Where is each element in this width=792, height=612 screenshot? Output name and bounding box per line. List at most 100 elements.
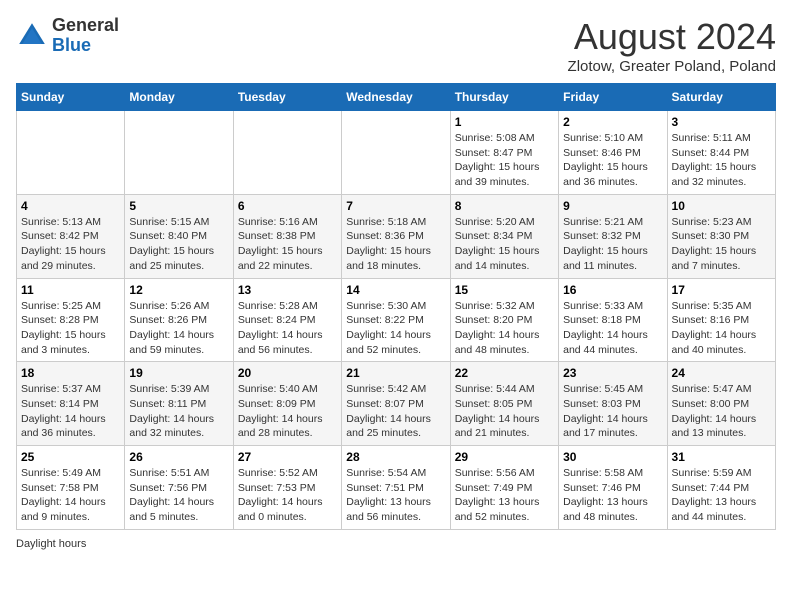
day-info: Sunrise: 5:52 AM Sunset: 7:53 PM Dayligh… — [238, 466, 337, 525]
location-subtitle: Zlotow, Greater Poland, Poland — [568, 58, 776, 75]
calendar-cell: 27 Sunrise: 5:52 AM Sunset: 7:53 PM Dayli… — [233, 446, 341, 530]
day-header-monday: Monday — [125, 84, 233, 111]
day-number: 24 — [672, 366, 771, 380]
calendar-cell: 12 Sunrise: 5:26 AM Sunset: 8:26 PM Dayli… — [125, 278, 233, 362]
day-header-wednesday: Wednesday — [342, 84, 450, 111]
day-info: Sunrise: 5:42 AM Sunset: 8:07 PM Dayligh… — [346, 382, 445, 441]
calendar-cell — [342, 111, 450, 195]
day-number: 7 — [346, 199, 445, 213]
day-number: 21 — [346, 366, 445, 380]
day-info: Sunrise: 5:58 AM Sunset: 7:46 PM Dayligh… — [563, 466, 662, 525]
day-number: 4 — [21, 199, 120, 213]
calendar-cell — [17, 111, 125, 195]
calendar-cell: 18Sunrise: 5:37 AM Sunset: 8:14 PM Dayli… — [17, 362, 125, 446]
calendar-header-row: SundayMondayTuesdayWednesdayThursdayFrid… — [17, 84, 776, 111]
calendar-cell: 23 Sunrise: 5:45 AM Sunset: 8:03 PM Dayli… — [559, 362, 667, 446]
day-number: 6 — [238, 199, 337, 213]
calendar-cell: 24 Sunrise: 5:47 AM Sunset: 8:00 PM Dayli… — [667, 362, 775, 446]
calendar-cell: 22Sunrise: 5:44 AM Sunset: 8:05 PM Dayli… — [450, 362, 558, 446]
page-header: General Blue August 2024 Zlotow, Greater… — [16, 16, 776, 75]
day-info: Sunrise: 5:13 AM Sunset: 8:42 PM Dayligh… — [21, 215, 120, 274]
day-info: Sunrise: 5:26 AM Sunset: 8:26 PM Dayligh… — [129, 299, 228, 358]
day-info: Sunrise: 5:45 AM Sunset: 8:03 PM Dayligh… — [563, 382, 662, 441]
calendar-cell: 11 Sunrise: 5:25 AM Sunset: 8:28 PM Dayli… — [17, 278, 125, 362]
calendar-cell: 28 Sunrise: 5:54 AM Sunset: 7:51 PM Dayli… — [342, 446, 450, 530]
daylight-label: Daylight hours — [16, 538, 86, 550]
day-info: Sunrise: 5:39 AM Sunset: 8:11 PM Dayligh… — [129, 382, 228, 441]
day-info: Sunrise: 5:28 AM Sunset: 8:24 PM Dayligh… — [238, 299, 337, 358]
day-header-friday: Friday — [559, 84, 667, 111]
day-info: Sunrise: 5:56 AM Sunset: 7:49 PM Dayligh… — [455, 466, 554, 525]
day-number: 3 — [672, 115, 771, 129]
day-number: 17 — [672, 283, 771, 297]
day-header-saturday: Saturday — [667, 84, 775, 111]
calendar-week-row: 18Sunrise: 5:37 AM Sunset: 8:14 PM Dayli… — [17, 362, 776, 446]
calendar-cell: 20Sunrise: 5:40 AM Sunset: 8:09 PM Dayli… — [233, 362, 341, 446]
calendar-cell: 7 Sunrise: 5:18 AM Sunset: 8:36 PM Daylig… — [342, 194, 450, 278]
calendar-cell: 4 Sunrise: 5:13 AM Sunset: 8:42 PM Daylig… — [17, 194, 125, 278]
day-info: Sunrise: 5:25 AM Sunset: 8:28 PM Dayligh… — [21, 299, 120, 358]
day-number: 18 — [21, 366, 120, 380]
day-info: Sunrise: 5:10 AM Sunset: 8:46 PM Dayligh… — [563, 131, 662, 190]
title-block: August 2024 Zlotow, Greater Poland, Pola… — [568, 16, 776, 75]
calendar-cell: 3 Sunrise: 5:11 AM Sunset: 8:44 PM Daylig… — [667, 111, 775, 195]
calendar-cell: 26 Sunrise: 5:51 AM Sunset: 7:56 PM Dayli… — [125, 446, 233, 530]
calendar-cell: 5Sunrise: 5:15 AM Sunset: 8:40 PM Daylig… — [125, 194, 233, 278]
calendar-cell — [233, 111, 341, 195]
calendar-cell: 14 Sunrise: 5:30 AM Sunset: 8:22 PM Dayli… — [342, 278, 450, 362]
day-number: 26 — [129, 450, 228, 464]
calendar-table: SundayMondayTuesdayWednesdayThursdayFrid… — [16, 83, 776, 530]
day-number: 30 — [563, 450, 662, 464]
day-number: 15 — [455, 283, 554, 297]
day-number: 14 — [346, 283, 445, 297]
day-number: 28 — [346, 450, 445, 464]
day-number: 20 — [238, 366, 337, 380]
day-info: Sunrise: 5:18 AM Sunset: 8:36 PM Dayligh… — [346, 215, 445, 274]
day-info: Sunrise: 5:49 AM Sunset: 7:58 PM Dayligh… — [21, 466, 120, 525]
calendar-cell: 19 Sunrise: 5:39 AM Sunset: 8:11 PM Dayli… — [125, 362, 233, 446]
logo-icon — [16, 20, 48, 52]
calendar-cell: 21 Sunrise: 5:42 AM Sunset: 8:07 PM Dayli… — [342, 362, 450, 446]
calendar-footer: Daylight hours — [16, 538, 776, 550]
calendar-cell: 16Sunrise: 5:33 AM Sunset: 8:18 PM Dayli… — [559, 278, 667, 362]
day-number: 12 — [129, 283, 228, 297]
day-info: Sunrise: 5:47 AM Sunset: 8:00 PM Dayligh… — [672, 382, 771, 441]
calendar-week-row: 4 Sunrise: 5:13 AM Sunset: 8:42 PM Daylig… — [17, 194, 776, 278]
day-number: 27 — [238, 450, 337, 464]
day-number: 11 — [21, 283, 120, 297]
calendar-cell: 2 Sunrise: 5:10 AM Sunset: 8:46 PM Daylig… — [559, 111, 667, 195]
day-info: Sunrise: 5:44 AM Sunset: 8:05 PM Dayligh… — [455, 382, 554, 441]
day-number: 19 — [129, 366, 228, 380]
calendar-cell — [125, 111, 233, 195]
day-info: Sunrise: 5:35 AM Sunset: 8:16 PM Dayligh… — [672, 299, 771, 358]
day-number: 1 — [455, 115, 554, 129]
day-info: Sunrise: 5:59 AM Sunset: 7:44 PM Dayligh… — [672, 466, 771, 525]
calendar-cell: 10 Sunrise: 5:23 AM Sunset: 8:30 PM Dayli… — [667, 194, 775, 278]
day-info: Sunrise: 5:11 AM Sunset: 8:44 PM Dayligh… — [672, 131, 771, 190]
calendar-week-row: 1 Sunrise: 5:08 AM Sunset: 8:47 PM Daylig… — [17, 111, 776, 195]
day-number: 10 — [672, 199, 771, 213]
day-header-sunday: Sunday — [17, 84, 125, 111]
day-info: Sunrise: 5:20 AM Sunset: 8:34 PM Dayligh… — [455, 215, 554, 274]
calendar-cell: 29 Sunrise: 5:56 AM Sunset: 7:49 PM Dayli… — [450, 446, 558, 530]
calendar-cell: 25Sunrise: 5:49 AM Sunset: 7:58 PM Dayli… — [17, 446, 125, 530]
day-number: 23 — [563, 366, 662, 380]
logo-blue: Blue — [52, 35, 91, 55]
day-number: 13 — [238, 283, 337, 297]
calendar-cell: 15Sunrise: 5:32 AM Sunset: 8:20 PM Dayli… — [450, 278, 558, 362]
logo-text: General Blue — [52, 16, 119, 56]
calendar-week-row: 25Sunrise: 5:49 AM Sunset: 7:58 PM Dayli… — [17, 446, 776, 530]
day-info: Sunrise: 5:08 AM Sunset: 8:47 PM Dayligh… — [455, 131, 554, 190]
day-header-thursday: Thursday — [450, 84, 558, 111]
day-number: 29 — [455, 450, 554, 464]
day-info: Sunrise: 5:30 AM Sunset: 8:22 PM Dayligh… — [346, 299, 445, 358]
day-info: Sunrise: 5:51 AM Sunset: 7:56 PM Dayligh… — [129, 466, 228, 525]
day-info: Sunrise: 5:23 AM Sunset: 8:30 PM Dayligh… — [672, 215, 771, 274]
logo: General Blue — [16, 16, 119, 56]
day-info: Sunrise: 5:54 AM Sunset: 7:51 PM Dayligh… — [346, 466, 445, 525]
day-number: 2 — [563, 115, 662, 129]
calendar-week-row: 11 Sunrise: 5:25 AM Sunset: 8:28 PM Dayli… — [17, 278, 776, 362]
day-number: 16 — [563, 283, 662, 297]
calendar-cell: 13 Sunrise: 5:28 AM Sunset: 8:24 PM Dayli… — [233, 278, 341, 362]
day-number: 8 — [455, 199, 554, 213]
